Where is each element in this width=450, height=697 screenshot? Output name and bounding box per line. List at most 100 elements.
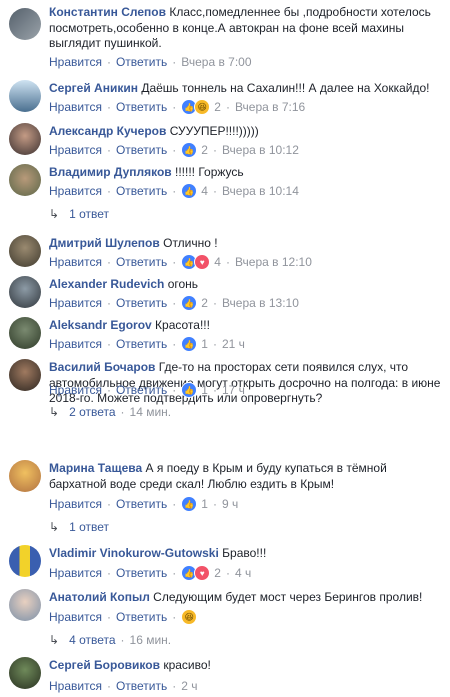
reactions[interactable]: 👍 [181, 295, 198, 311]
avatar[interactable] [9, 8, 41, 40]
reply-button[interactable]: Ответить [116, 610, 167, 624]
avatar[interactable] [9, 235, 41, 267]
reaction-count[interactable]: 1 [201, 497, 208, 511]
avatar[interactable] [9, 657, 41, 689]
avatar[interactable] [9, 123, 41, 155]
view-replies[interactable]: ↳ 2 ответа · 14 мин. [49, 405, 171, 419]
comment-text: красиво! [163, 658, 211, 672]
timestamp[interactable]: 21 ч [222, 337, 245, 351]
like-button[interactable]: Нравится [49, 497, 102, 511]
timestamp[interactable]: Вчера в 7:16 [235, 100, 305, 114]
timestamp[interactable]: Вчера в 12:10 [235, 255, 312, 269]
like-button[interactable]: Нравится [49, 337, 102, 351]
author-name[interactable]: Дмитрий Шулепов [49, 236, 160, 250]
reply-button[interactable]: Ответить [116, 143, 167, 157]
reactions[interactable]: 👍 [181, 382, 198, 398]
comment-body: Анатолий Копыл Следующим будет мост чере… [49, 590, 442, 606]
timestamp[interactable]: 17 ч [222, 383, 245, 397]
author-name[interactable]: Василий Бочаров [49, 360, 155, 374]
reply-button[interactable]: Ответить [116, 296, 167, 310]
like-button[interactable]: Нравится [49, 100, 102, 114]
timestamp[interactable]: Вчера в 13:10 [222, 296, 299, 310]
reactions[interactable]: 👍 [181, 496, 198, 512]
reaction-count[interactable]: 2 [214, 566, 221, 580]
avatar[interactable] [9, 589, 41, 621]
view-replies[interactable]: ↳ 1 ответ [49, 207, 109, 221]
like-button[interactable]: Нравится [49, 679, 102, 693]
comment-body: Alexander Rudevich огонь [49, 277, 442, 293]
author-name[interactable]: Vladimir Vinokurow-Gutowski [49, 546, 219, 560]
reaction-count[interactable]: 4 [201, 184, 208, 198]
reactions[interactable]: 👍 😆 [181, 99, 211, 115]
reaction-count[interactable]: 2 [214, 100, 221, 114]
comment-text: !!!!!! Горжусь [175, 165, 244, 179]
reply-button[interactable]: Ответить [116, 55, 167, 69]
timestamp[interactable]: 4 ч [235, 566, 251, 580]
replies-timestamp[interactable]: 14 мин. [130, 405, 172, 419]
like-button[interactable]: Нравится [49, 296, 102, 310]
replies-timestamp[interactable]: 16 мин. [130, 633, 172, 647]
author-name[interactable]: Alexander Rudevich [49, 277, 164, 291]
author-name[interactable]: Анатолий Копыл [49, 590, 150, 604]
reactions[interactable]: 👍 ♥ [181, 565, 211, 581]
view-replies[interactable]: ↳ 4 ответа · 16 мин. [49, 633, 171, 647]
reaction-count[interactable]: 2 [201, 143, 208, 157]
replies-count[interactable]: 4 ответа [69, 633, 115, 647]
reactions[interactable]: 😆 [181, 609, 198, 625]
like-button[interactable]: Нравится [49, 566, 102, 580]
reply-button[interactable]: Ответить [116, 383, 167, 397]
comment-actions: Нравится · Ответить · 👍 😆 2 · Вчера в 7:16 [49, 99, 306, 115]
timestamp[interactable]: Вчера в 7:00 [181, 55, 251, 69]
reply-button[interactable]: Ответить [116, 497, 167, 511]
reply-button[interactable]: Ответить [116, 337, 167, 351]
timestamp[interactable]: Вчера в 10:14 [222, 184, 299, 198]
reply-button[interactable]: Ответить [116, 679, 167, 693]
comment-actions: Нравится · Ответить · 👍 1 · 17 ч [49, 382, 245, 398]
love-icon: ♥ [194, 565, 211, 581]
replies-count[interactable]: 1 ответ [69, 207, 109, 221]
reaction-count[interactable]: 1 [201, 337, 208, 351]
like-button[interactable]: Нравится [49, 383, 102, 397]
comment-text: СУУУПЕР!!!!))))) [169, 124, 259, 138]
author-name[interactable]: Александр Кучеров [49, 124, 166, 138]
view-replies[interactable]: ↳ 1 ответ [49, 520, 109, 534]
author-name[interactable]: Владимир Дупляков [49, 165, 172, 179]
avatar[interactable] [9, 164, 41, 196]
reply-button[interactable]: Ответить [116, 100, 167, 114]
timestamp[interactable]: 2 ч [181, 679, 197, 693]
like-icon: 👍 [181, 336, 198, 352]
avatar[interactable] [9, 460, 41, 492]
replies-count[interactable]: 2 ответа [69, 405, 115, 419]
reply-button[interactable]: Ответить [116, 255, 167, 269]
reply-button[interactable]: Ответить [116, 566, 167, 580]
reaction-count[interactable]: 4 [214, 255, 221, 269]
avatar[interactable] [9, 545, 41, 577]
reactions[interactable]: 👍 [181, 336, 198, 352]
like-button[interactable]: Нравится [49, 610, 102, 624]
like-button[interactable]: Нравится [49, 184, 102, 198]
like-button[interactable]: Нравится [49, 55, 102, 69]
reaction-count[interactable]: 2 [201, 296, 208, 310]
haha-icon: 😆 [181, 609, 198, 625]
author-name[interactable]: Aleksandr Egorov [49, 318, 152, 332]
avatar[interactable] [9, 317, 41, 349]
comment-actions: Нравится · Ответить · Вчера в 7:00 [49, 55, 252, 69]
reply-button[interactable]: Ответить [116, 184, 167, 198]
author-name[interactable]: Сергей Боровиков [49, 658, 160, 672]
timestamp[interactable]: Вчера в 10:12 [222, 143, 299, 157]
author-name[interactable]: Марина Тащева [49, 461, 142, 475]
avatar[interactable] [9, 276, 41, 308]
timestamp[interactable]: 9 ч [222, 497, 238, 511]
like-button[interactable]: Нравится [49, 255, 102, 269]
author-name[interactable]: Константин Слепов [49, 5, 166, 19]
author-name[interactable]: Сергей Аникин [49, 81, 138, 95]
avatar[interactable] [9, 80, 41, 112]
reaction-count[interactable]: 1 [201, 383, 208, 397]
reactions[interactable]: 👍 [181, 183, 198, 199]
like-button[interactable]: Нравится [49, 143, 102, 157]
like-icon: 👍 [181, 142, 198, 158]
avatar[interactable] [9, 359, 41, 391]
reactions[interactable]: 👍 ♥ [181, 254, 211, 270]
replies-count[interactable]: 1 ответ [69, 520, 109, 534]
reactions[interactable]: 👍 [181, 142, 198, 158]
